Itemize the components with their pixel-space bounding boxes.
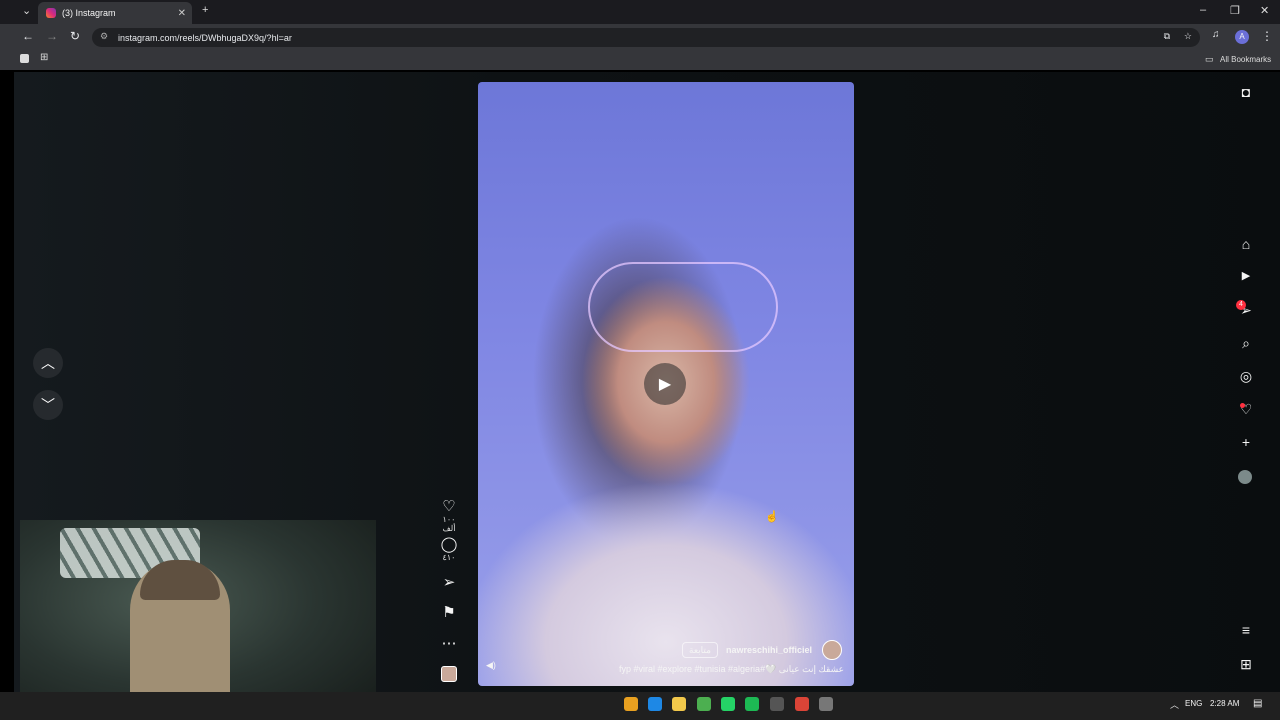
home-icon: ⌂: [1241, 236, 1251, 252]
apps-grid-icon[interactable]: ⊞: [40, 52, 48, 63]
bookmarks-bar: ⊞ ▭ All Bookmarks: [0, 50, 1280, 70]
nav-explore[interactable]: ◎: [1234, 368, 1258, 385]
more-icon: ⋯: [441, 635, 457, 652]
share-icon: ➢: [442, 574, 456, 591]
nav-create[interactable]: +: [1234, 434, 1258, 450]
minimize-button[interactable]: –: [1200, 4, 1206, 16]
like-count: ١٠٠ ألف: [442, 515, 456, 533]
audio-thumbnail[interactable]: [441, 666, 457, 682]
restore-button[interactable]: ❐: [1230, 4, 1240, 17]
browser-tab[interactable]: (3) Instagram ✕: [38, 2, 192, 24]
site-info-icon[interactable]: ⚙: [100, 31, 108, 42]
taskbar: [0, 692, 1280, 720]
next-reel-button[interactable]: ﹀: [33, 390, 63, 420]
instagram-logo-icon[interactable]: ◘: [1234, 84, 1258, 100]
nav-notifications[interactable]: ♡: [1234, 401, 1258, 418]
chevron-down-icon: ﹀: [41, 397, 55, 413]
notification-center-icon[interactable]: ▤: [1253, 698, 1262, 709]
plus-icon: +: [1241, 434, 1251, 450]
previous-reel-button[interactable]: ︿: [33, 348, 63, 378]
bookmark-icon: ⚑: [442, 604, 456, 621]
search-icon: ⌕: [1242, 335, 1250, 351]
app-icon[interactable]: [770, 697, 784, 711]
nav-apps[interactable]: ⊞: [1234, 656, 1258, 673]
address-bar[interactable]: ⚙ instagram.com/reels/DWbhugaDX9q/?hl=ar…: [92, 28, 1200, 47]
folder-icon: ▭: [1205, 54, 1214, 64]
edge-icon[interactable]: [648, 697, 662, 711]
like-button[interactable]: ♡ ١٠٠ ألف: [436, 497, 462, 533]
webcam-overlay: [20, 520, 376, 720]
profile-avatar[interactable]: A: [1235, 30, 1249, 44]
author-avatar[interactable]: [822, 640, 842, 660]
nav-home[interactable]: ⌂: [1234, 236, 1258, 252]
nav-reels[interactable]: ▶: [1234, 269, 1258, 282]
tab-close-icon[interactable]: ✕: [178, 8, 186, 19]
install-app-icon[interactable]: ⧉: [1164, 31, 1170, 42]
more-options-button[interactable]: ⋯: [436, 634, 462, 652]
bookmark-star-icon[interactable]: ☆: [1184, 31, 1192, 42]
nav-profile-avatar[interactable]: [1238, 470, 1252, 484]
new-tab-button[interactable]: +: [202, 4, 208, 16]
save-button[interactable]: ⚑: [436, 603, 462, 621]
forward-button[interactable]: →: [46, 29, 58, 43]
chrome-icon[interactable]: [697, 697, 711, 711]
file-explorer-icon[interactable]: [672, 697, 686, 711]
clock[interactable]: 2:28 AM: [1210, 699, 1239, 708]
vlc-icon[interactable]: [624, 697, 638, 711]
instagram-favicon-icon: [46, 8, 56, 18]
messages-badge: 4: [1236, 300, 1246, 310]
nav-menu[interactable]: ≡: [1234, 622, 1258, 638]
play-icon: ▶: [658, 376, 672, 393]
menu-icon: ≡: [1241, 622, 1251, 638]
share-button[interactable]: ➢: [436, 573, 462, 591]
language-indicator[interactable]: ENG: [1185, 699, 1202, 708]
heart-icon: ♡: [442, 498, 456, 515]
nav-messages[interactable]: ➢ 4: [1234, 300, 1258, 319]
explore-icon: ◎: [1239, 368, 1253, 384]
notification-dot: [1240, 403, 1245, 408]
chrome-profile-icon[interactable]: [795, 697, 809, 711]
url-text: instagram.com/reels/DWbhugaDX9q/?hl=ar: [118, 32, 292, 43]
browser-menu-icon[interactable]: ⋮: [1261, 29, 1273, 43]
bookmark-square-icon[interactable]: [20, 54, 29, 63]
back-button[interactable]: ←: [22, 29, 34, 43]
media-control-icon[interactable]: ♫: [1212, 29, 1220, 40]
tab-search-icon[interactable]: ⌄: [22, 4, 31, 17]
reload-button[interactable]: ↻: [70, 29, 80, 43]
reel-username[interactable]: nawreschihi_officiel: [726, 645, 812, 655]
apps-icon: ⊞: [1240, 656, 1252, 672]
tab-title: (3) Instagram: [62, 8, 116, 18]
tray-chevron-icon[interactable]: ︿: [1170, 698, 1179, 711]
all-bookmarks-link[interactable]: All Bookmarks: [1220, 55, 1271, 64]
reels-icon: ▶: [1241, 270, 1251, 282]
tab-bar: [0, 0, 1280, 24]
reel-caption: fyp #viral #explore #tunisia #algeria#🤍 …: [618, 664, 844, 674]
whatsapp-icon[interactable]: [721, 697, 735, 711]
comment-icon: ◯: [440, 536, 458, 553]
speaker-icon: ◀): [486, 660, 496, 670]
comment-button[interactable]: ◯ ٤١٠: [436, 535, 462, 562]
obs-icon[interactable]: [819, 697, 833, 711]
spotify-icon[interactable]: [745, 697, 759, 711]
mouse-cursor: ☝: [765, 511, 779, 523]
comment-count: ٤١٠: [442, 553, 456, 562]
chevron-up-icon: ︿: [41, 355, 55, 371]
face-filter-glasses: [588, 262, 778, 352]
window-close-button[interactable]: ✕: [1260, 4, 1269, 17]
mute-button[interactable]: ◀): [486, 660, 496, 671]
follow-button[interactable]: متابعة: [682, 642, 718, 658]
play-button[interactable]: ▶: [644, 363, 686, 405]
nav-search[interactable]: ⌕: [1234, 335, 1258, 352]
